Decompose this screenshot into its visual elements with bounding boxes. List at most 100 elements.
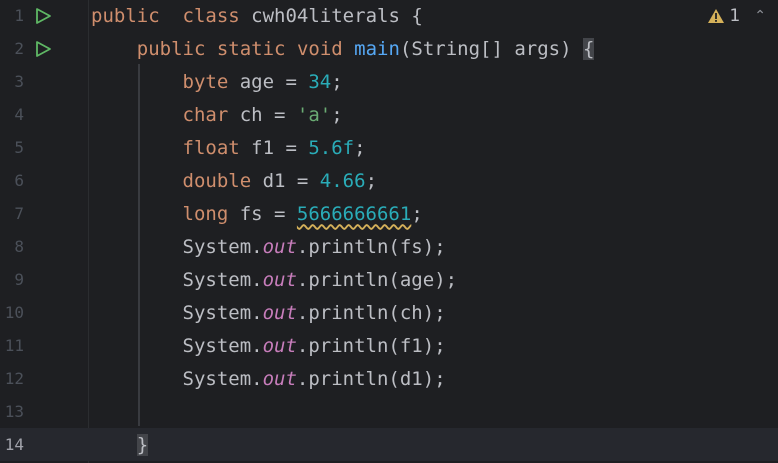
token-num: 5.6f (308, 136, 355, 159)
token-text: System. (91, 334, 263, 357)
line-number: 10 (4, 303, 24, 322)
token-fn: main (354, 37, 400, 60)
line-number: 14 (4, 435, 24, 454)
token-text: System. (91, 235, 263, 258)
token-text: System. (91, 268, 263, 291)
token-kw: void (296, 37, 343, 60)
code-text: System.out.println(ch); (91, 302, 446, 324)
token-kw: double (182, 169, 252, 192)
token-kw: static (216, 37, 286, 60)
token-kw: public (136, 37, 206, 60)
token-text: .println(fs); (296, 235, 446, 258)
token-text: .println(ch); (296, 301, 446, 324)
token-text: ; (365, 169, 378, 192)
line-number: 2 (14, 39, 24, 58)
code-line[interactable]: 9 System.out.println(age); (0, 263, 778, 296)
token-text: ; (331, 103, 343, 126)
run-gutter-icon[interactable] (34, 7, 52, 25)
token-field: out (262, 301, 297, 324)
code-line[interactable]: 4 char ch = 'a'; (0, 98, 778, 131)
token-field: out (262, 334, 297, 357)
token-field: out (262, 367, 297, 390)
token-text: ch = (228, 103, 297, 126)
token-text: d1 = (251, 169, 320, 192)
token-brace: { (582, 37, 595, 60)
code-text: public static void main(String[] args) { (91, 37, 595, 60)
code-text: System.out.println(fs); (91, 236, 446, 258)
code-editor[interactable]: 1 public class cwh04literals { 2 public st… (0, 0, 778, 463)
code-line[interactable]: 7 long fs = 5666666661; (0, 197, 778, 230)
token-text: ; (331, 70, 343, 93)
token-kw: float (182, 136, 240, 159)
token-kw: long (182, 202, 229, 225)
line-number: 4 (14, 105, 24, 124)
warning-triangle-icon (708, 9, 725, 23)
code-text: System.out.println(d1); (91, 368, 446, 390)
code-line[interactable]: 6 double d1 = 4.66; (0, 164, 778, 197)
line-number: 9 (14, 270, 24, 289)
token-text: ; (354, 136, 366, 159)
code-text: byte age = 34; (91, 71, 343, 93)
token-text: fs = (228, 202, 297, 225)
token-brace: } (136, 433, 149, 456)
token-kw: public (91, 4, 160, 27)
token-num: 34 (308, 70, 332, 93)
token-field: out (262, 268, 297, 291)
code-line[interactable]: 10 System.out.println(ch); (0, 296, 778, 329)
line-number: 7 (14, 204, 24, 223)
run-gutter-icon[interactable] (34, 40, 52, 58)
token-text: ; (411, 202, 423, 225)
token-kw: byte (182, 70, 229, 93)
token-text: .println(f1); (296, 334, 446, 357)
code-text: double d1 = 4.66; (91, 169, 378, 192)
token-text: (String[] args) (399, 37, 583, 60)
line-number: 5 (14, 138, 24, 157)
code-text: System.out.println(age); (91, 268, 458, 291)
token-text: .println(age); (296, 268, 458, 291)
inspection-widget[interactable]: 1 ⌃ (707, 6, 766, 26)
code-text: System.out.println(f1); (91, 335, 446, 357)
code-line[interactable]: 11 System.out.println(f1); (0, 329, 778, 362)
code-line[interactable]: 1 public class cwh04literals { (0, 0, 778, 32)
code-text: } (91, 433, 149, 456)
token-text: System. (91, 367, 263, 390)
code-text: long fs = 5666666661; (91, 203, 423, 225)
line-number: 1 (14, 6, 24, 25)
code-line[interactable]: 12 System.out.println(d1); (0, 362, 778, 395)
token-str: 'a' (296, 103, 332, 126)
line-number: 8 (14, 237, 24, 256)
code-line[interactable]: 8 System.out.println(fs); (0, 230, 778, 263)
token-num: 4.66 (319, 169, 366, 192)
line-number: 3 (14, 72, 24, 91)
code-text: public class cwh04literals { (91, 5, 423, 27)
code-line[interactable]: 13 (0, 395, 778, 428)
token-kw: char (182, 103, 229, 126)
token-text: cwh04literals { (239, 4, 423, 27)
token-text: age = (228, 70, 309, 93)
code-line[interactable]: 5 float f1 = 5.6f; (0, 131, 778, 164)
line-number: 12 (4, 369, 24, 388)
code-line[interactable]: 3 byte age = 34; (0, 65, 778, 98)
code-text: float f1 = 5.6f; (91, 137, 366, 159)
code-line[interactable]: 2 public static void main(String[] args)… (0, 32, 778, 65)
chevron-up-icon[interactable]: ⌃ (754, 8, 766, 24)
token-text: .println(d1); (296, 367, 446, 390)
warning-count: 1 (729, 6, 741, 26)
code-line[interactable]: 14 } (0, 428, 778, 461)
token-field: out (262, 235, 297, 258)
token-text: System. (91, 301, 263, 324)
line-number: 6 (14, 171, 24, 190)
line-number: 13 (4, 402, 24, 421)
token-numwarn: 5666666661 (296, 202, 412, 225)
